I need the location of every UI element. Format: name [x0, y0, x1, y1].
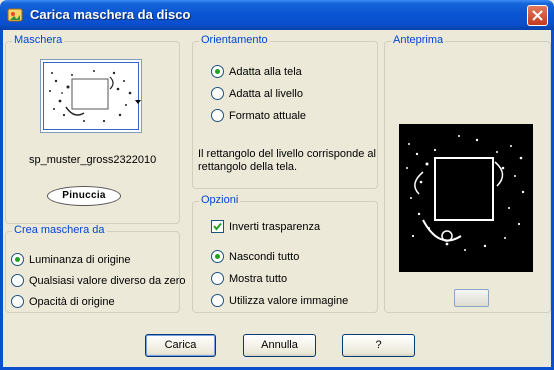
radio-label: Formato attuale: [229, 109, 307, 122]
preview-image: [399, 124, 533, 272]
radio-label: Nascondi tutto: [229, 250, 300, 263]
mask-name-label: sp_muster_gross2322010: [29, 154, 157, 166]
load-button[interactable]: Carica: [145, 334, 216, 357]
dialog-body: Maschera sp_muster_gross2322010 Pinuccia: [0, 30, 554, 370]
window-title: Carica maschera da disco: [30, 7, 191, 22]
preview-group-label: Anteprima: [391, 34, 446, 46]
checkbox[interactable]: [211, 220, 224, 233]
radio-button[interactable]: [211, 272, 224, 285]
radio-label: Mostra tutto: [229, 272, 288, 285]
orientation-group-label: Orientamento: [199, 34, 270, 46]
radio-button[interactable]: [211, 87, 224, 100]
mask-app-icon: [7, 7, 23, 23]
checkbox-label: Inverti trasparenza: [229, 220, 321, 233]
help-button[interactable]: ?: [342, 334, 415, 357]
radio-button[interactable]: [11, 274, 24, 287]
pinuccia-logo: Pinuccia: [47, 186, 121, 206]
radio-source-luminance[interactable]: Luminanza di origine: [11, 253, 131, 266]
radio-button[interactable]: [211, 250, 224, 263]
radio-current-format[interactable]: Formato attuale: [211, 109, 306, 122]
radio-button[interactable]: [211, 109, 224, 122]
title-bar: Carica maschera da disco: [0, 0, 554, 30]
radio-fit-layer[interactable]: Adatta al livello: [211, 87, 303, 100]
radio-button[interactable]: [11, 295, 24, 308]
invert-transparency-checkbox[interactable]: Inverti trasparenza: [211, 220, 320, 233]
mask-group-label: Maschera: [12, 34, 65, 46]
radio-hide-all[interactable]: Nascondi tutto: [211, 250, 299, 263]
orientation-info-text: Il rettangolo del livello corrisponde al…: [198, 148, 376, 173]
options-group-label: Opzioni: [199, 194, 241, 206]
chevron-down-icon[interactable]: [135, 100, 141, 104]
close-button[interactable]: [527, 5, 548, 26]
radio-button[interactable]: [211, 65, 224, 78]
radio-show-all[interactable]: Mostra tutto: [211, 272, 287, 285]
radio-any-nonzero[interactable]: Qualsiasi valore diverso da zero: [11, 274, 186, 287]
radio-use-image-value[interactable]: Utilizza valore immagine: [211, 294, 348, 307]
radio-label: Utilizza valore immagine: [229, 294, 349, 307]
radio-label: Qualsiasi valore diverso da zero: [29, 274, 186, 287]
create-mask-group-label: Crea maschera da: [12, 224, 107, 236]
radio-button[interactable]: [211, 294, 224, 307]
radio-label: Opacità di origine: [29, 295, 115, 308]
mask-thumbnail: [43, 62, 139, 130]
cancel-button[interactable]: Annulla: [243, 334, 316, 357]
radio-label: Luminanza di origine: [29, 253, 131, 266]
radio-source-opacity[interactable]: Opacità di origine: [11, 295, 115, 308]
mask-selector[interactable]: [40, 59, 142, 133]
preview-toggle-button[interactable]: [454, 289, 489, 307]
radio-label: Adatta alla tela: [229, 65, 302, 78]
radio-button[interactable]: [11, 253, 24, 266]
radio-label: Adatta al livello: [229, 87, 303, 100]
radio-fit-canvas[interactable]: Adatta alla tela: [211, 65, 302, 78]
checkmark-icon: [213, 222, 222, 231]
close-icon: [532, 10, 543, 21]
